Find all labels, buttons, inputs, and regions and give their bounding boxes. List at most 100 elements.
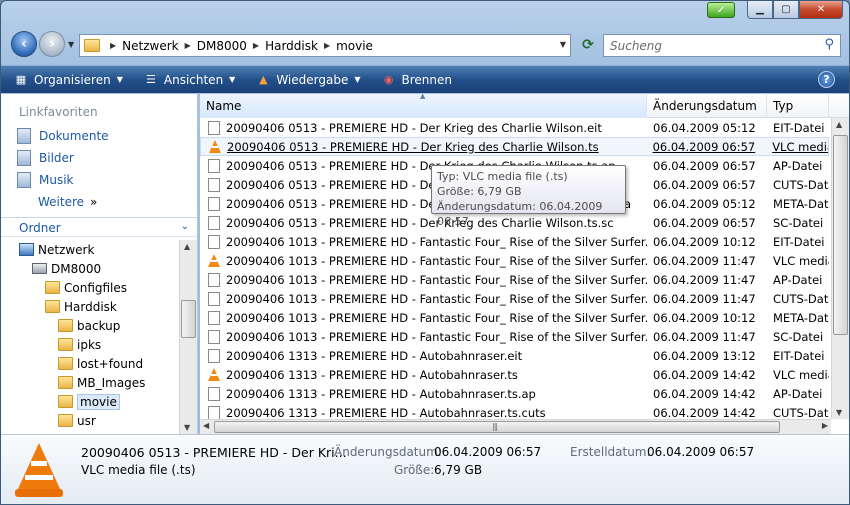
scroll-down-icon[interactable]: ▼ (836, 408, 842, 417)
list-vertical-scrollbar[interactable]: ▲ ▼ (831, 118, 849, 419)
folder-tree: Netzwerk DM8000 Configfiles Harddisk backup i… (1, 240, 179, 434)
file-tooltip: Typ: VLC media file (.ts) Größe: 6,79 GB… (431, 165, 626, 228)
file-icon (208, 177, 220, 192)
column-type[interactable]: Typ (767, 94, 829, 118)
folders-header[interactable]: Ordner ⌄ (1, 217, 197, 237)
favorite-music[interactable]: Musik (1, 169, 197, 191)
tree-item-label: usr (77, 413, 96, 428)
tree-item-ipks[interactable]: ipks (1, 335, 179, 354)
file-row[interactable]: 20090406 0513 - PREMIERE HD - Der Krieg … (200, 137, 829, 156)
file-row[interactable]: 20090406 1013 - PREMIERE HD - Fantastic … (200, 232, 829, 251)
file-date: 06.04.2009 06:57 (653, 177, 756, 192)
details-size-value: 6,79 GB (434, 463, 483, 477)
favorite-documents[interactable]: Dokumente (1, 125, 197, 147)
file-row[interactable]: 20090406 1013 - PREMIERE HD - Fantastic … (200, 289, 829, 308)
file-row[interactable]: 20090406 1313 - PREMIERE HD - Autobahnra… (200, 346, 829, 365)
chevron-right-icon[interactable]: ▶ (253, 41, 259, 50)
details-modified-value: 06.04.2009 06:57 (434, 445, 542, 459)
help-icon[interactable]: ? (818, 71, 835, 88)
burn-button[interactable]: ◉ Brennen (381, 73, 452, 87)
chevron-right-icon[interactable]: ▶ (185, 41, 191, 50)
breadcrumb-movie[interactable]: movie (336, 39, 373, 53)
file-row[interactable]: 20090406 1013 - PREMIERE HD - Fantastic … (200, 308, 829, 327)
favorites-more-button[interactable]: Weitere » (1, 191, 197, 213)
close-button[interactable]: ✕ (799, 1, 843, 19)
file-date: 06.04.2009 11:47 (653, 291, 756, 306)
search-input[interactable]: Sucheng ⚲ (603, 34, 841, 57)
forward-button[interactable]: › (39, 31, 65, 57)
tooltip-date: Änderungsdatum: 06.04.2009 06:57 (437, 200, 603, 228)
tree-item-dm8000[interactable]: DM8000 (1, 259, 179, 278)
tooltip-type: Typ: VLC media file (.ts) (437, 170, 568, 183)
file-icon (208, 120, 220, 135)
file-name: 20090406 1313 - PREMIERE HD - Autobahnra… (226, 367, 518, 382)
chevron-right-icon[interactable]: ▶ (324, 41, 330, 50)
file-row[interactable]: 20090406 1013 - PREMIERE HD - Fantastic … (200, 270, 829, 289)
file-row[interactable]: 20090406 1313 - PREMIERE HD - Autobahnra… (200, 384, 829, 403)
breadcrumb-harddisk[interactable]: Harddisk (265, 39, 318, 53)
scroll-down-icon[interactable]: ▼ (184, 423, 190, 432)
maximize-button[interactable]: ▢ (773, 1, 799, 19)
file-type: EIT-Datei (773, 120, 825, 135)
tree-item-movie[interactable]: movie (1, 392, 179, 411)
flip-icon[interactable]: ✓ (707, 2, 735, 18)
tree-scrollbar[interactable]: ▲ ▼ (179, 240, 197, 434)
file-date: 06.04.2009 14:42 (653, 405, 756, 420)
burn-label: Brennen (401, 72, 452, 87)
network-icon (19, 243, 34, 256)
details-pane: 20090406 0513 - PREMIERE HD - Der Kri...… (1, 434, 849, 504)
file-name: 20090406 1313 - PREMIERE HD - Autobahnra… (226, 386, 536, 401)
tree-item-mb-images[interactable]: MB_Images (1, 373, 179, 392)
scroll-up-icon[interactable]: ▲ (184, 242, 190, 251)
tree-item-configfiles[interactable]: Configfiles (1, 278, 179, 297)
column-date[interactable]: Änderungsdatum (647, 94, 767, 118)
column-name[interactable]: ▲ Name (200, 94, 647, 118)
search-icon[interactable]: ⚲ (824, 37, 834, 52)
breadcrumb-netzwerk[interactable]: Netzwerk (122, 39, 178, 53)
list-scroll-thumb[interactable] (833, 135, 848, 335)
tree-item-backup[interactable]: backup (1, 316, 179, 335)
tree-item-label: Harddisk (64, 299, 117, 314)
back-button[interactable]: ‹ (11, 31, 37, 57)
favorite-pictures[interactable]: Bilder (1, 147, 197, 169)
address-bar[interactable]: ▶ Netzwerk ▶ DM8000 ▶ Harddisk ▶ movie ▼ (79, 34, 571, 57)
caption-buttons: ▁ ▢ ✕ (747, 1, 843, 20)
play-button[interactable]: ▲ Wiedergabe ▼ (255, 73, 360, 87)
file-row[interactable]: 20090406 1013 - PREMIERE HD - Fantastic … (200, 251, 829, 270)
scroll-up-icon[interactable]: ▲ (836, 120, 842, 129)
refresh-button[interactable]: ⟳ (578, 36, 598, 54)
minimize-button[interactable]: ▁ (747, 1, 773, 19)
favorite-label: Dokumente (39, 129, 109, 143)
file-name-cell: 20090406 1013 - PREMIERE HD - Fantastic … (200, 310, 647, 325)
file-row[interactable]: 20090406 1013 - PREMIERE HD - Fantastic … (200, 327, 829, 346)
file-name-cell: 20090406 1313 - PREMIERE HD - Autobahnra… (200, 405, 647, 419)
scroll-right-icon[interactable]: ▶ (822, 421, 828, 430)
tree-scroll-thumb[interactable] (181, 300, 196, 338)
file-name: 20090406 1013 - PREMIERE HD - Fantastic … (226, 272, 647, 287)
file-row[interactable]: 20090406 0513 - PREMIERE HD - Der Krieg … (200, 118, 829, 137)
tree-item-label: MB_Images (77, 375, 146, 390)
tree-item-netzwerk[interactable]: Netzwerk (1, 240, 179, 259)
vlc-icon (209, 139, 221, 154)
vlc-icon (208, 367, 220, 382)
file-row[interactable]: 20090406 1313 - PREMIERE HD - Autobahnra… (200, 365, 829, 384)
file-row[interactable]: 20090406 1313 - PREMIERE HD - Autobahnra… (200, 403, 829, 419)
list-horizontal-scrollbar[interactable]: ◀ ||| ▶ (200, 419, 831, 434)
tree-item-harddisk[interactable]: Harddisk (1, 297, 179, 316)
favorites-header: Linkfavoriten (19, 105, 98, 119)
file-type: EIT-Datei (773, 348, 825, 363)
file-name-cell: 20090406 1313 - PREMIERE HD - Autobahnra… (200, 348, 647, 363)
file-name-cell: 20090406 1013 - PREMIERE HD - Fantastic … (200, 272, 647, 287)
tree-item-lost-found[interactable]: lost+found (1, 354, 179, 373)
recent-pages-dropdown[interactable]: ▼ (68, 40, 74, 49)
tree-item-usr[interactable]: usr (1, 411, 179, 430)
chevron-right-icon[interactable]: ▶ (110, 41, 116, 50)
breadcrumb-dm8000[interactable]: DM8000 (197, 39, 247, 53)
organize-button[interactable]: ▦ Organisieren ▼ (13, 73, 123, 87)
file-type: SC-Datei (773, 329, 824, 344)
vlc-icon (15, 443, 63, 499)
address-dropdown-icon[interactable]: ▼ (560, 40, 566, 49)
folder-icon (58, 376, 73, 389)
scroll-left-icon[interactable]: ◀ (203, 421, 209, 430)
views-button[interactable]: ☰ Ansichten ▼ (143, 73, 235, 87)
